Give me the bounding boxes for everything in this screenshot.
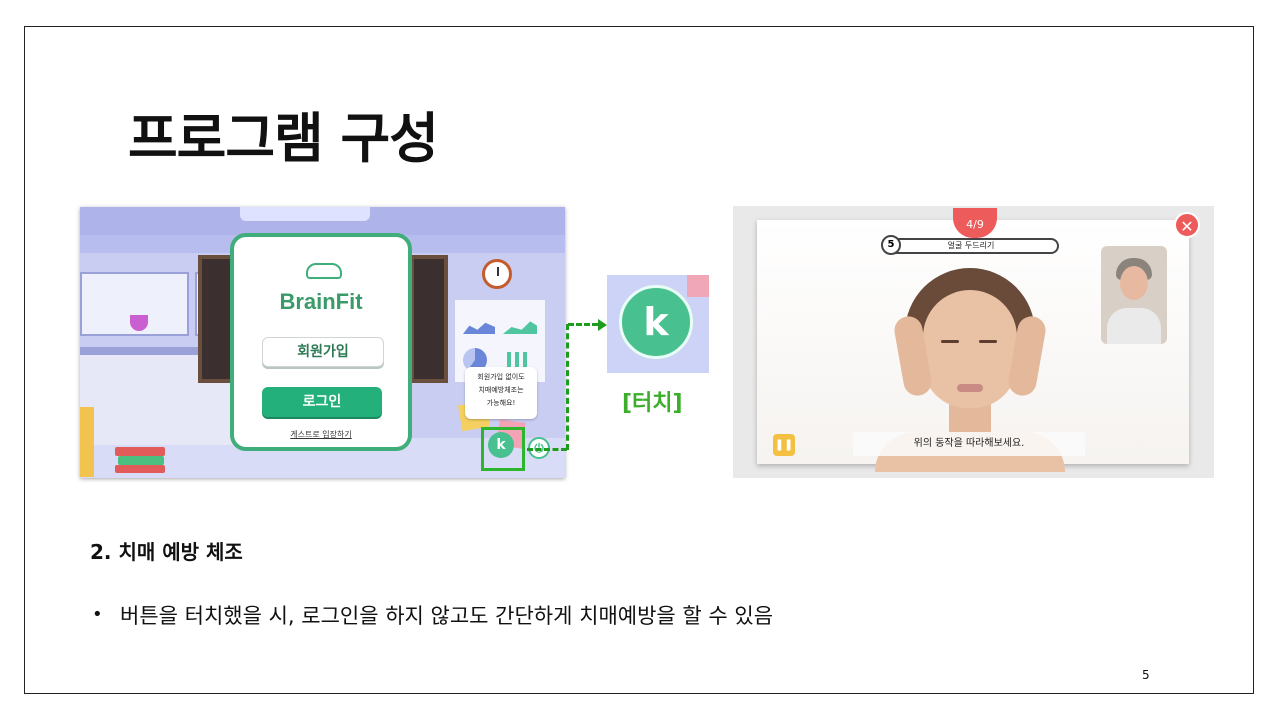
login-button[interactable]: 로그인 xyxy=(262,387,382,417)
zoomed-exercise-button: k xyxy=(607,275,709,373)
guest-entry-link[interactable]: 게스트로 입장하기 xyxy=(234,429,408,440)
connector-line xyxy=(527,448,567,451)
exercise-title-bar: 5 얼굴 두드리기 xyxy=(881,235,1059,255)
highlight-box xyxy=(481,427,525,471)
page-number: 5 xyxy=(1142,668,1150,682)
bullet-marker: • xyxy=(92,604,103,625)
instructor-lips xyxy=(957,384,983,392)
signup-button[interactable]: 회원가입 xyxy=(262,337,384,367)
easel xyxy=(80,407,94,477)
exercise-screenshot: 4/9 5 얼굴 두드리기 ❚❚ 위의 동작을 따라해보세요. ✕ xyxy=(733,206,1214,478)
user-webcam-view xyxy=(1101,246,1167,344)
area-chart-icon xyxy=(463,322,495,334)
tooltip-line: 가능해요! xyxy=(486,399,516,407)
slide-title: 프로그램 구성 xyxy=(128,107,439,170)
exercise-screen: 4/9 5 얼굴 두드리기 ❚❚ 위의 동작을 따라해보세요. xyxy=(757,208,1189,472)
exercise-name: 얼굴 두드리기 xyxy=(947,241,995,250)
exercise-icon[interactable]: k xyxy=(619,285,693,359)
brand-name: BrainFit xyxy=(279,289,363,314)
sticky-note xyxy=(687,275,709,297)
book xyxy=(115,465,165,473)
guest-exercise-tooltip: 회원가입 없이도 치매예방체조는 가능해요! xyxy=(465,367,537,419)
books-stack xyxy=(115,447,165,473)
close-button[interactable]: ✕ xyxy=(1174,212,1200,238)
tooltip-line: 치매예방체조는 xyxy=(478,386,524,394)
ceiling-light xyxy=(240,207,370,221)
tooltip-line: 회원가입 없이도 xyxy=(477,373,525,381)
touch-label: [터치] xyxy=(622,391,683,416)
clock-icon xyxy=(482,259,512,289)
instructor-eye xyxy=(941,340,959,343)
webcam-face xyxy=(1120,266,1148,300)
webcam-body xyxy=(1107,308,1161,344)
instructor-eye xyxy=(979,340,997,343)
book xyxy=(118,456,164,465)
area-chart-icon xyxy=(503,321,537,334)
section-heading: 2. 치매 예방 체조 xyxy=(90,540,243,564)
brain-logo-icon xyxy=(306,263,342,279)
bullet-text: 버튼을 터치했을 시, 로그인을 하지 않고도 간단하게 치매예방을 할 수 있… xyxy=(120,604,774,628)
instruction-caption: 위의 동작을 따라해보세요. xyxy=(853,432,1085,456)
blackboard-right xyxy=(410,255,448,383)
pause-button[interactable]: ❚❚ xyxy=(773,434,795,456)
login-card: BrainFit 회원가입 로그인 게스트로 입장하기 xyxy=(230,233,412,451)
connector-line xyxy=(566,324,569,450)
book xyxy=(115,447,165,456)
arrow-head-icon xyxy=(598,319,607,331)
connector-line xyxy=(568,323,598,326)
